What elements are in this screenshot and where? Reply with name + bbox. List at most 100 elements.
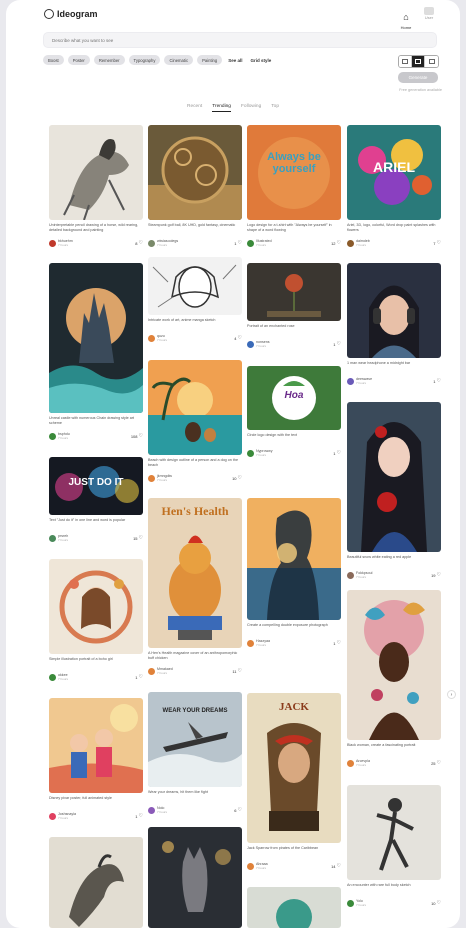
card-image[interactable] (49, 698, 143, 793)
like-button[interactable]: 108 ♡ (131, 433, 143, 439)
card-image[interactable] (148, 125, 242, 220)
card-image[interactable]: Hen's Health (148, 498, 242, 648)
like-button[interactable]: 4 ♡ (234, 335, 242, 341)
card-image[interactable] (347, 263, 441, 358)
card-image[interactable]: WEAR YOUR DREAMS (148, 692, 242, 787)
image-card[interactable]: JACK Jack Sparrow from pirates of the Ca… (247, 693, 341, 870)
like-button[interactable]: 12 ♡ (331, 240, 341, 246)
card-username[interactable]: Mmakaed 7 hours (157, 667, 173, 675)
like-button[interactable]: 7 ♡ (433, 240, 441, 246)
card-image[interactable] (247, 887, 341, 928)
like-button[interactable]: 6 ♡ (234, 807, 242, 813)
image-card[interactable] (148, 827, 242, 928)
avatar[interactable] (49, 673, 56, 681)
chip-0[interactable]: Boost (43, 55, 64, 65)
card-image[interactable] (347, 402, 441, 552)
card-username[interactable]: Arcevpla 7 hours (356, 759, 370, 767)
like-button[interactable]: 11 ♡ (232, 668, 242, 674)
like-button[interactable]: 1 ♡ (333, 450, 341, 456)
card-image[interactable]: JUST DO IT (49, 457, 143, 515)
avatar[interactable] (247, 639, 254, 647)
image-card[interactable]: Portrait of an enchanted rose nonsens 7 h… (247, 263, 341, 348)
card-username[interactable]: prsreh 7 hours (58, 534, 68, 542)
image-card[interactable]: Hen's Health A Hen's Health magazine cov… (148, 498, 242, 675)
image-card[interactable] (49, 837, 143, 928)
card-username[interactable]: bkhuehm 7 hours (58, 239, 73, 247)
nav-profile[interactable]: User (422, 7, 436, 20)
chip-2[interactable]: Remember (93, 55, 125, 65)
card-username[interactable]: Illustrated 7 hours (256, 239, 272, 247)
like-button[interactable]: 1 ♡ (135, 813, 143, 819)
card-image[interactable]: Always be yourself (247, 125, 341, 220)
avatar[interactable] (49, 239, 56, 247)
avatar[interactable] (148, 806, 155, 814)
card-username[interactable]: Joshsnayla 7 hours (58, 812, 76, 820)
card-image[interactable] (49, 263, 143, 413)
avatar[interactable] (148, 334, 155, 342)
avatar[interactable] (148, 667, 155, 675)
chip-1[interactable]: Poster (67, 55, 90, 65)
chip-5[interactable]: Painting (197, 55, 223, 65)
grid-style-link[interactable]: Grid style (248, 58, 273, 63)
avatar[interactable] (247, 862, 254, 870)
image-card[interactable]: Beach with design outline of a person an… (148, 360, 242, 482)
card-username[interactable]: nonsens 7 hours (256, 340, 270, 348)
avatar[interactable] (347, 571, 354, 579)
like-button[interactable]: 8 ♡ (135, 240, 143, 246)
avatar[interactable] (347, 759, 354, 767)
card-image[interactable] (148, 827, 242, 928)
card-image[interactable]: ARIEL (347, 125, 441, 220)
card-image[interactable] (247, 498, 341, 620)
chip-3[interactable]: Typography (128, 55, 161, 65)
image-card[interactable]: Beautiful snow white eating a red apple … (347, 402, 441, 579)
card-image[interactable] (49, 837, 143, 928)
like-button[interactable]: 14 ♡ (331, 863, 341, 869)
card-username[interactable]: bsphdu 7 hours (58, 432, 70, 440)
card-image[interactable] (49, 125, 143, 220)
image-card[interactable]: Simple illustration portrait of a boho g… (49, 559, 143, 681)
card-username[interactable]: Hazzyaa 7 hours (256, 639, 270, 647)
image-card[interactable]: JUST DO IT Text "Just do it" in one line… (49, 457, 143, 542)
avatar[interactable] (347, 377, 354, 385)
avatar[interactable] (247, 340, 254, 348)
card-image[interactable] (347, 590, 441, 740)
view-list-button[interactable] (399, 56, 412, 67)
image-card[interactable]: Steampunk golf ball, 8K UHD, gold fantas… (148, 125, 242, 247)
like-button[interactable]: 1 ♡ (433, 378, 441, 384)
like-button[interactable]: 15 ♡ (133, 535, 143, 541)
see-all-link[interactable]: See all (226, 58, 244, 63)
tab-top[interactable]: Top (271, 104, 279, 112)
image-card[interactable]: 1 man wear headphone a midnight bar dees… (347, 263, 441, 385)
like-button[interactable]: 1 ♡ (234, 240, 242, 246)
avatar[interactable] (148, 474, 155, 482)
image-card[interactable]: Uninterpretable pencil drawing of a hors… (49, 125, 143, 247)
image-card[interactable]: Black woman, create a fascinating portra… (347, 590, 441, 767)
card-image[interactable] (247, 263, 341, 321)
chip-4[interactable]: Cinematic (164, 55, 194, 65)
card-username[interactable]: okkee 7 hours (58, 673, 68, 681)
image-card[interactable]: Unreal castle with numerous Chain drawin… (49, 263, 143, 440)
view-wide-button[interactable] (425, 56, 438, 67)
like-button[interactable]: 1 ♡ (135, 674, 143, 680)
image-card[interactable]: Always be yourself Logo design for a t-s… (247, 125, 341, 247)
card-image[interactable] (148, 257, 242, 315)
card-username[interactable]: jkmngdiw 7 hours (157, 474, 172, 482)
avatar[interactable] (347, 239, 354, 247)
like-button[interactable]: 1 ♡ (333, 640, 341, 646)
card-username[interactable]: quzu 7 hours (157, 334, 167, 342)
tab-recent[interactable]: Recent (187, 104, 202, 112)
tab-trending[interactable]: Trending (212, 104, 231, 112)
generate-button[interactable]: Generate (398, 72, 438, 83)
card-username[interactable]: deeswave 7 hours (356, 377, 372, 385)
card-image[interactable]: JACK (247, 693, 341, 843)
search-input[interactable] (43, 32, 437, 48)
image-card[interactable]: Intricate work of art, anime manga sketc… (148, 257, 242, 342)
like-button[interactable]: 10 ♡ (431, 900, 441, 906)
card-username[interactable]: Fokkpsoul 7 hours (356, 571, 372, 579)
like-button[interactable]: 1 ♡ (333, 341, 341, 347)
image-card[interactable]: ARIEL Ariel, 3D, logo, colorful, Word dr… (347, 125, 441, 247)
image-card[interactable]: Create a compelling double exposure phot… (247, 498, 341, 647)
avatar[interactable] (247, 449, 254, 457)
scroll-arrow-icon[interactable]: › (447, 690, 456, 699)
image-card[interactable]: Hoa Circle logo design with the text Nyp… (247, 366, 341, 457)
